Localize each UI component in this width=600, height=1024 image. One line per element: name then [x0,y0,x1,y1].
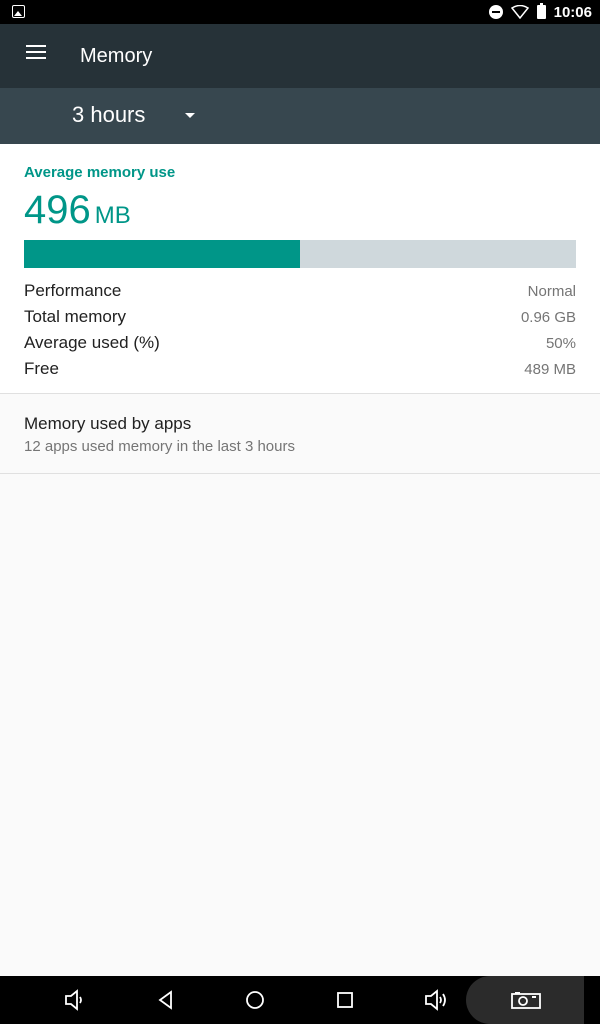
page-title: Memory [80,45,153,67]
navigation-bar [0,976,600,1024]
stat-row: Total memory 0.96 GB [24,304,576,330]
average-memory-unit: MB [94,202,131,229]
do-not-disturb-icon [488,5,503,19]
status-icons: 10:06 [488,0,592,24]
stat-row: Average used (%) 50% [24,330,576,356]
average-memory-value: 496 MB [24,188,131,233]
stat-value: 50% [545,334,576,352]
screenshot-button[interactable] [466,976,584,1024]
stat-row: Performance Normal [24,278,576,304]
app-bar: Memory [0,24,600,88]
status-bar: 10:06 [0,0,600,24]
wifi-icon [510,5,529,19]
dropdown-arrow-icon [185,112,196,118]
time-range-label: 3 hours [72,102,146,127]
average-memory-number: 496 [24,188,91,232]
memory-usage-fill [24,240,300,268]
apps-title: Memory used by apps [24,414,192,433]
memory-summary: Average memory use 496 MB Performance Norm… [0,144,600,394]
volume-down-icon[interactable] [56,976,92,1024]
memory-stats: Performance Normal Total memory 0.96 GB Aver… [24,278,576,382]
stat-value: Normal [527,282,576,300]
average-memory-label: Average memory use [24,164,176,181]
stat-label: Average used (%) [24,333,160,352]
memory-usage-bar [24,240,576,268]
volume-up-icon[interactable] [416,976,456,1024]
stat-value: 489 MB [524,360,576,378]
battery-icon [536,3,546,19]
stat-row: Free 489 MB [24,356,576,382]
stat-label: Performance [24,281,122,300]
stat-value: 0.96 GB [520,308,576,326]
time-range-dropdown[interactable]: 3 hours [72,102,196,128]
recents-icon[interactable] [327,976,363,1024]
stat-label: Total memory [24,307,127,326]
stat-label: Free [24,359,59,378]
menu-icon[interactable] [26,45,46,59]
apps-subtitle: 12 apps used memory in the last 3 hours [24,438,295,455]
screenshot-icon [506,976,546,1024]
home-icon[interactable] [237,976,273,1024]
back-icon[interactable] [148,976,184,1024]
time-range-bar: 3 hours [0,88,600,144]
memory-used-by-apps[interactable]: Memory used by apps 12 apps used memory … [0,394,600,474]
clock: 10:06 [553,3,592,21]
image-icon [12,5,25,18]
